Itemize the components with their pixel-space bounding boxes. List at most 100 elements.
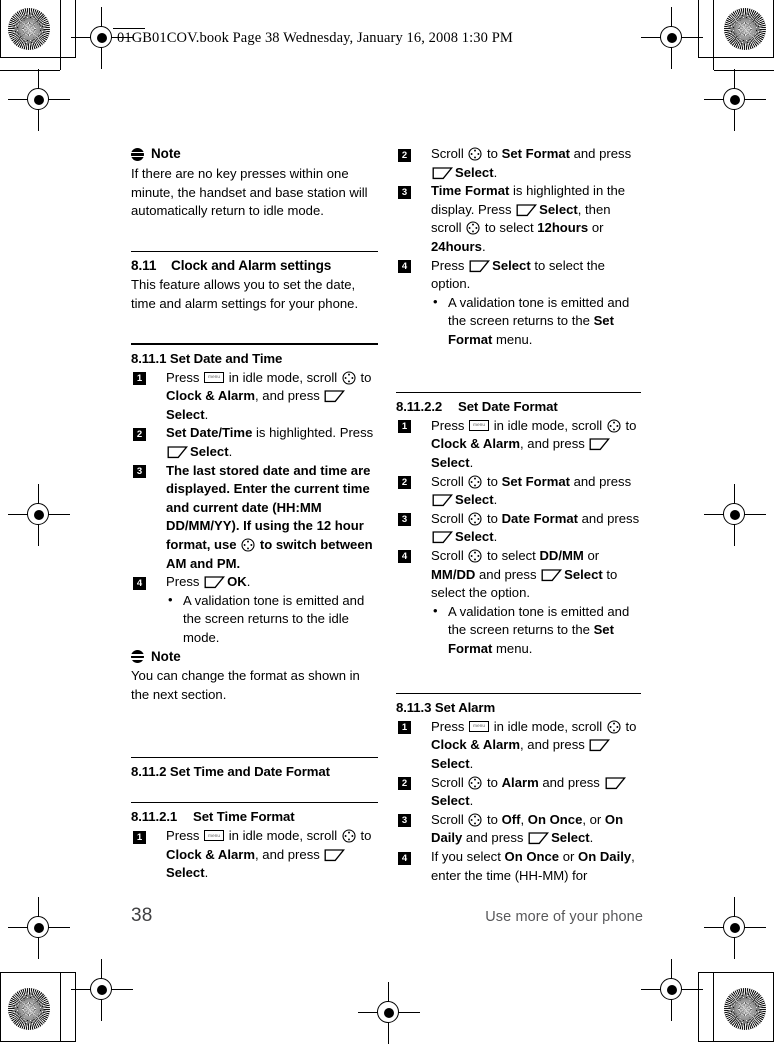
scroll-navigation-icon: [607, 419, 621, 433]
emphasis-text: DD/MM: [539, 547, 584, 563]
step-text: Press in idle mode, scroll to Clock & Al…: [431, 418, 636, 470]
emphasis-text: Select: [551, 830, 590, 846]
step-number: 3: [133, 465, 146, 479]
emphasis-text: Select: [166, 865, 205, 881]
scroll-navigation-icon: [468, 475, 482, 489]
section-heading-81121: 8.11.2.1 Set Time Format: [131, 808, 378, 826]
step-item: 4 Press Select to select the option.A val…: [396, 257, 643, 350]
step-text: Scroll to Off, On Once, or On Daily and …: [431, 811, 624, 846]
left-column: Note If there are no key presses within …: [131, 145, 378, 883]
emphasis-text: Select: [492, 257, 531, 273]
page-body: Note If there are no key presses within …: [0, 0, 774, 1030]
step-bullet-list: A validation tone is emitted and the scr…: [431, 293, 643, 350]
step-number: 2: [398, 148, 411, 162]
step-item: 3 Time Format is highlighted in the displ…: [396, 182, 643, 256]
bullet-item: A validation tone is emitted and the scr…: [166, 591, 378, 648]
step-number: 2: [398, 777, 411, 791]
step-item: 3 The last stored date and time are displ…: [131, 462, 378, 574]
scroll-navigation-icon: [607, 720, 621, 734]
step-number: 1: [398, 420, 411, 434]
step-item: 3 Scroll to Date Format and press Select.: [396, 510, 643, 547]
soft-key-select-icon: [167, 445, 189, 459]
running-head: Use more of your phone: [485, 909, 643, 925]
section-number-81121: 8.11.2.1: [131, 809, 178, 825]
emphasis-text: OK: [227, 574, 247, 590]
emphasis-text: Alarm: [501, 774, 539, 790]
step-number: 4: [398, 550, 411, 564]
scroll-navigation-icon: [468, 776, 482, 790]
note-block-2: Note You can change the format as shown …: [131, 647, 378, 704]
page-footer: 38 Use more of your phone: [131, 905, 643, 927]
section-number-811: 8.11: [131, 258, 157, 274]
emphasis-text: Off: [501, 811, 521, 827]
note-icon: [131, 650, 144, 664]
step-item: 1 Press in idle mode, scroll to Clock & A…: [396, 417, 643, 473]
section-heading-8113: 8.11.3 Set Alarm: [396, 699, 496, 715]
step-item: 2 Scroll to Alarm and press Select.: [396, 774, 643, 811]
scroll-navigation-icon: [468, 512, 482, 526]
emphasis-text: MM/DD: [431, 566, 476, 582]
menu-key-icon: [204, 371, 225, 383]
note-body: If there are no key presses within one m…: [131, 166, 368, 219]
note-body: You can change the format as shown in th…: [131, 668, 360, 703]
step-item: 1 Press in idle mode, scroll to Clock & A…: [396, 718, 643, 774]
step-text: The last stored date and time are displa…: [166, 463, 373, 571]
scroll-navigation-icon: [342, 371, 356, 385]
section-heading-8112: 8.11.2 Set Time and Date Format: [131, 763, 330, 779]
page-number: 38: [131, 905, 153, 926]
step-text: Scroll to select DD/MM or MM/DD and pres…: [431, 547, 618, 601]
menu-key-icon: [469, 419, 490, 431]
emphasis-text: Select: [431, 455, 470, 471]
step-item: 4 If you select On Once or On Daily, ente…: [396, 848, 643, 885]
section-rule-8112: [131, 756, 378, 758]
step-item: 3 Scroll to Off, On Once, or On Daily and…: [396, 811, 643, 848]
section-title-811: Clock and Alarm settings: [171, 258, 332, 274]
step-number: 1: [133, 830, 146, 844]
step-number: 1: [398, 721, 411, 735]
soft-key-select-icon: [432, 493, 454, 507]
step-number: 1: [133, 372, 146, 386]
scroll-navigation-icon: [466, 221, 480, 235]
menu-key-icon: [469, 720, 490, 732]
soft-key-select-icon: [516, 203, 538, 217]
step-number: 4: [398, 851, 411, 865]
note-heading-1: Note: [131, 145, 378, 164]
scroll-navigation-icon: [468, 549, 482, 563]
step-text: Press in idle mode, scroll to Clock & Al…: [166, 828, 371, 880]
step-text: Scroll to Set Format and press Select.: [431, 473, 632, 508]
section-rule-8113: [396, 692, 641, 694]
step-number: 2: [133, 427, 146, 441]
step-text: If you select On Once or On Daily, enter…: [431, 849, 635, 883]
emphasis-text: Clock & Alarm: [431, 737, 521, 753]
step-item: 2 Scroll to Set Format and press Select.: [396, 145, 643, 182]
scroll-navigation-icon: [342, 829, 356, 843]
steps-list-8111: 1 Press in idle mode, scroll to Clock & A…: [131, 369, 378, 648]
emphasis-text: Set Date/Time: [166, 425, 253, 441]
emphasis-text: On Once: [504, 849, 560, 864]
emphasis-text: 12hours: [537, 220, 589, 236]
soft-key-select-icon: [432, 530, 454, 544]
soft-key-select-icon: [528, 831, 550, 845]
emphasis-text: 24hours: [431, 238, 482, 254]
step-text: Press OK.: [166, 574, 251, 590]
step-item: 2 Scroll to Set Format and press Select.: [396, 473, 643, 510]
note-icon: [131, 148, 144, 161]
soft-key-select-icon: [589, 437, 611, 451]
step-text: Scroll to Set Format and press Select.: [431, 146, 632, 180]
emphasis-text: Set Format: [448, 622, 614, 656]
step-bullet-list: A validation tone is emitted and the scr…: [166, 591, 378, 648]
section-heading-811: 8.11 Clock and Alarm settings: [131, 257, 378, 275]
emphasis-text: On Daily: [578, 849, 632, 864]
step-text: Press in idle mode, scroll to Clock & Al…: [166, 370, 371, 422]
section-rule-8111: [131, 343, 378, 345]
step-item: 1 Press in idle mode, scroll to Clock & A…: [131, 369, 378, 425]
emphasis-text: Set Format: [501, 146, 570, 161]
scroll-navigation-icon: [241, 538, 255, 552]
emphasis-text: Select: [431, 793, 470, 809]
step-item: 4 Press OK.A validation tone is emitted a…: [131, 573, 378, 647]
step-number: 3: [398, 814, 411, 828]
soft-key-select-icon: [432, 166, 454, 180]
step-text: Press in idle mode, scroll to Clock & Al…: [431, 719, 636, 771]
section-heading-8111: 8.11.1 Set Date and Time: [131, 350, 283, 366]
steps-list-81121-cont: 2 Scroll to Set Format and press Select. 3…: [396, 145, 643, 350]
